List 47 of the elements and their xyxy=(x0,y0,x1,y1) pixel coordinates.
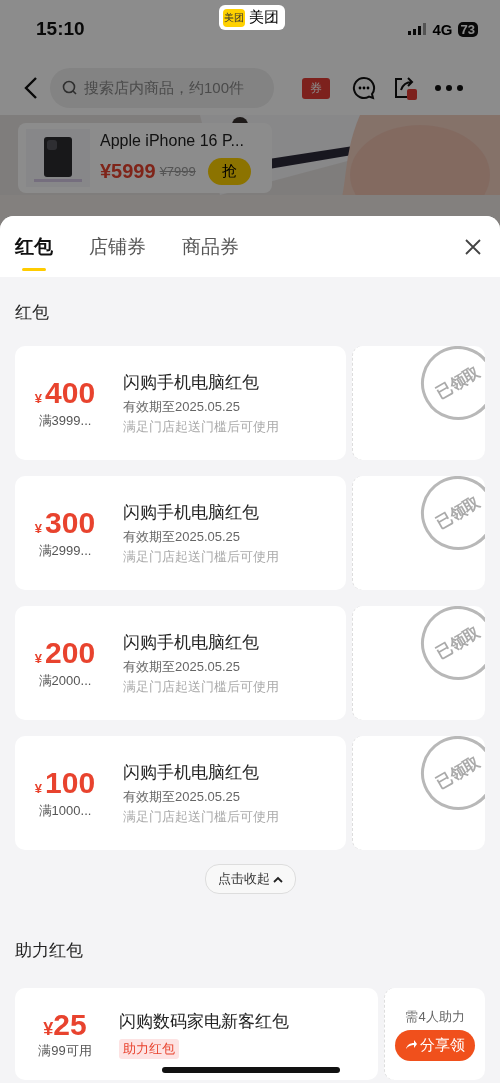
coupon-threshold: 满3999... xyxy=(38,412,92,430)
app-logo: 美团 xyxy=(223,8,245,27)
status-time: 15:10 xyxy=(36,18,85,40)
back-icon[interactable] xyxy=(24,76,38,100)
network-label: 4G xyxy=(432,20,453,38)
more-icon[interactable] xyxy=(434,84,464,92)
coupon-name: 闪购手机电脑红包 xyxy=(123,761,260,784)
section-title: 红包 xyxy=(14,302,50,322)
close-icon[interactable] xyxy=(464,238,482,256)
share-icon[interactable] xyxy=(392,75,418,101)
coupon-amount: ¥25 xyxy=(43,1008,87,1042)
coupon-name: 闪购手机电脑红包 xyxy=(123,631,260,654)
coupon-note: 满足门店起送门槛后可使用 xyxy=(123,547,279,566)
signal-icon xyxy=(407,23,428,35)
coupon-threshold: 满1000... xyxy=(38,802,92,820)
tab[interactable]: 商品券 xyxy=(182,216,239,277)
coupon-threshold: 满2000... xyxy=(38,672,92,690)
share-arrow-icon xyxy=(405,1040,417,1050)
battery-level: 73 xyxy=(457,21,478,37)
coupon-note: 满足门店起送门槛后可使用 xyxy=(123,807,279,826)
coupon-threshold: 满99可用 xyxy=(38,1042,92,1060)
coupon-amount: ¥100 xyxy=(34,766,96,800)
coupon-note: 满足门店起送门槛后可使用 xyxy=(123,417,279,436)
collapse-button[interactable]: 点击收起 xyxy=(204,864,296,894)
coupon-name: 闪购手机电脑红包 xyxy=(123,501,260,524)
coupon-validity: 有效期至2025.05.25 xyxy=(123,527,242,546)
coupon-amount: ¥400 xyxy=(34,376,96,410)
coupon-validity: 有效期至2025.05.25 xyxy=(123,787,242,806)
coupon-validity: 有效期至2025.05.25 xyxy=(123,397,242,416)
coupon-amount: ¥300 xyxy=(34,506,96,540)
share-button[interactable]: 分享领 xyxy=(395,1029,475,1061)
assist-requirement: 需4人助力 xyxy=(405,1007,465,1026)
coupon-validity: 有效期至2025.05.25 xyxy=(123,657,242,676)
coupon-amount: ¥200 xyxy=(34,636,96,670)
coupon-name: 闪购手机电脑红包 xyxy=(123,371,260,394)
coupon-name: 闪购数码家电新客红包 xyxy=(119,1010,289,1033)
search-icon xyxy=(62,80,78,96)
coupon-tag: 助力红包 xyxy=(119,1038,179,1059)
chat-icon[interactable] xyxy=(352,76,376,100)
chevron-up-icon xyxy=(272,875,283,883)
coupon-threshold: 满2999... xyxy=(38,542,92,560)
coupon-button[interactable]: 券 xyxy=(302,77,330,99)
tab[interactable]: 红包 xyxy=(15,216,53,277)
section-title: 助力红包 xyxy=(14,940,84,962)
app-name: 美团 xyxy=(249,8,279,27)
tab[interactable]: 店铺券 xyxy=(89,216,146,277)
coupon-note: 满足门店起送门槛后可使用 xyxy=(123,677,279,696)
